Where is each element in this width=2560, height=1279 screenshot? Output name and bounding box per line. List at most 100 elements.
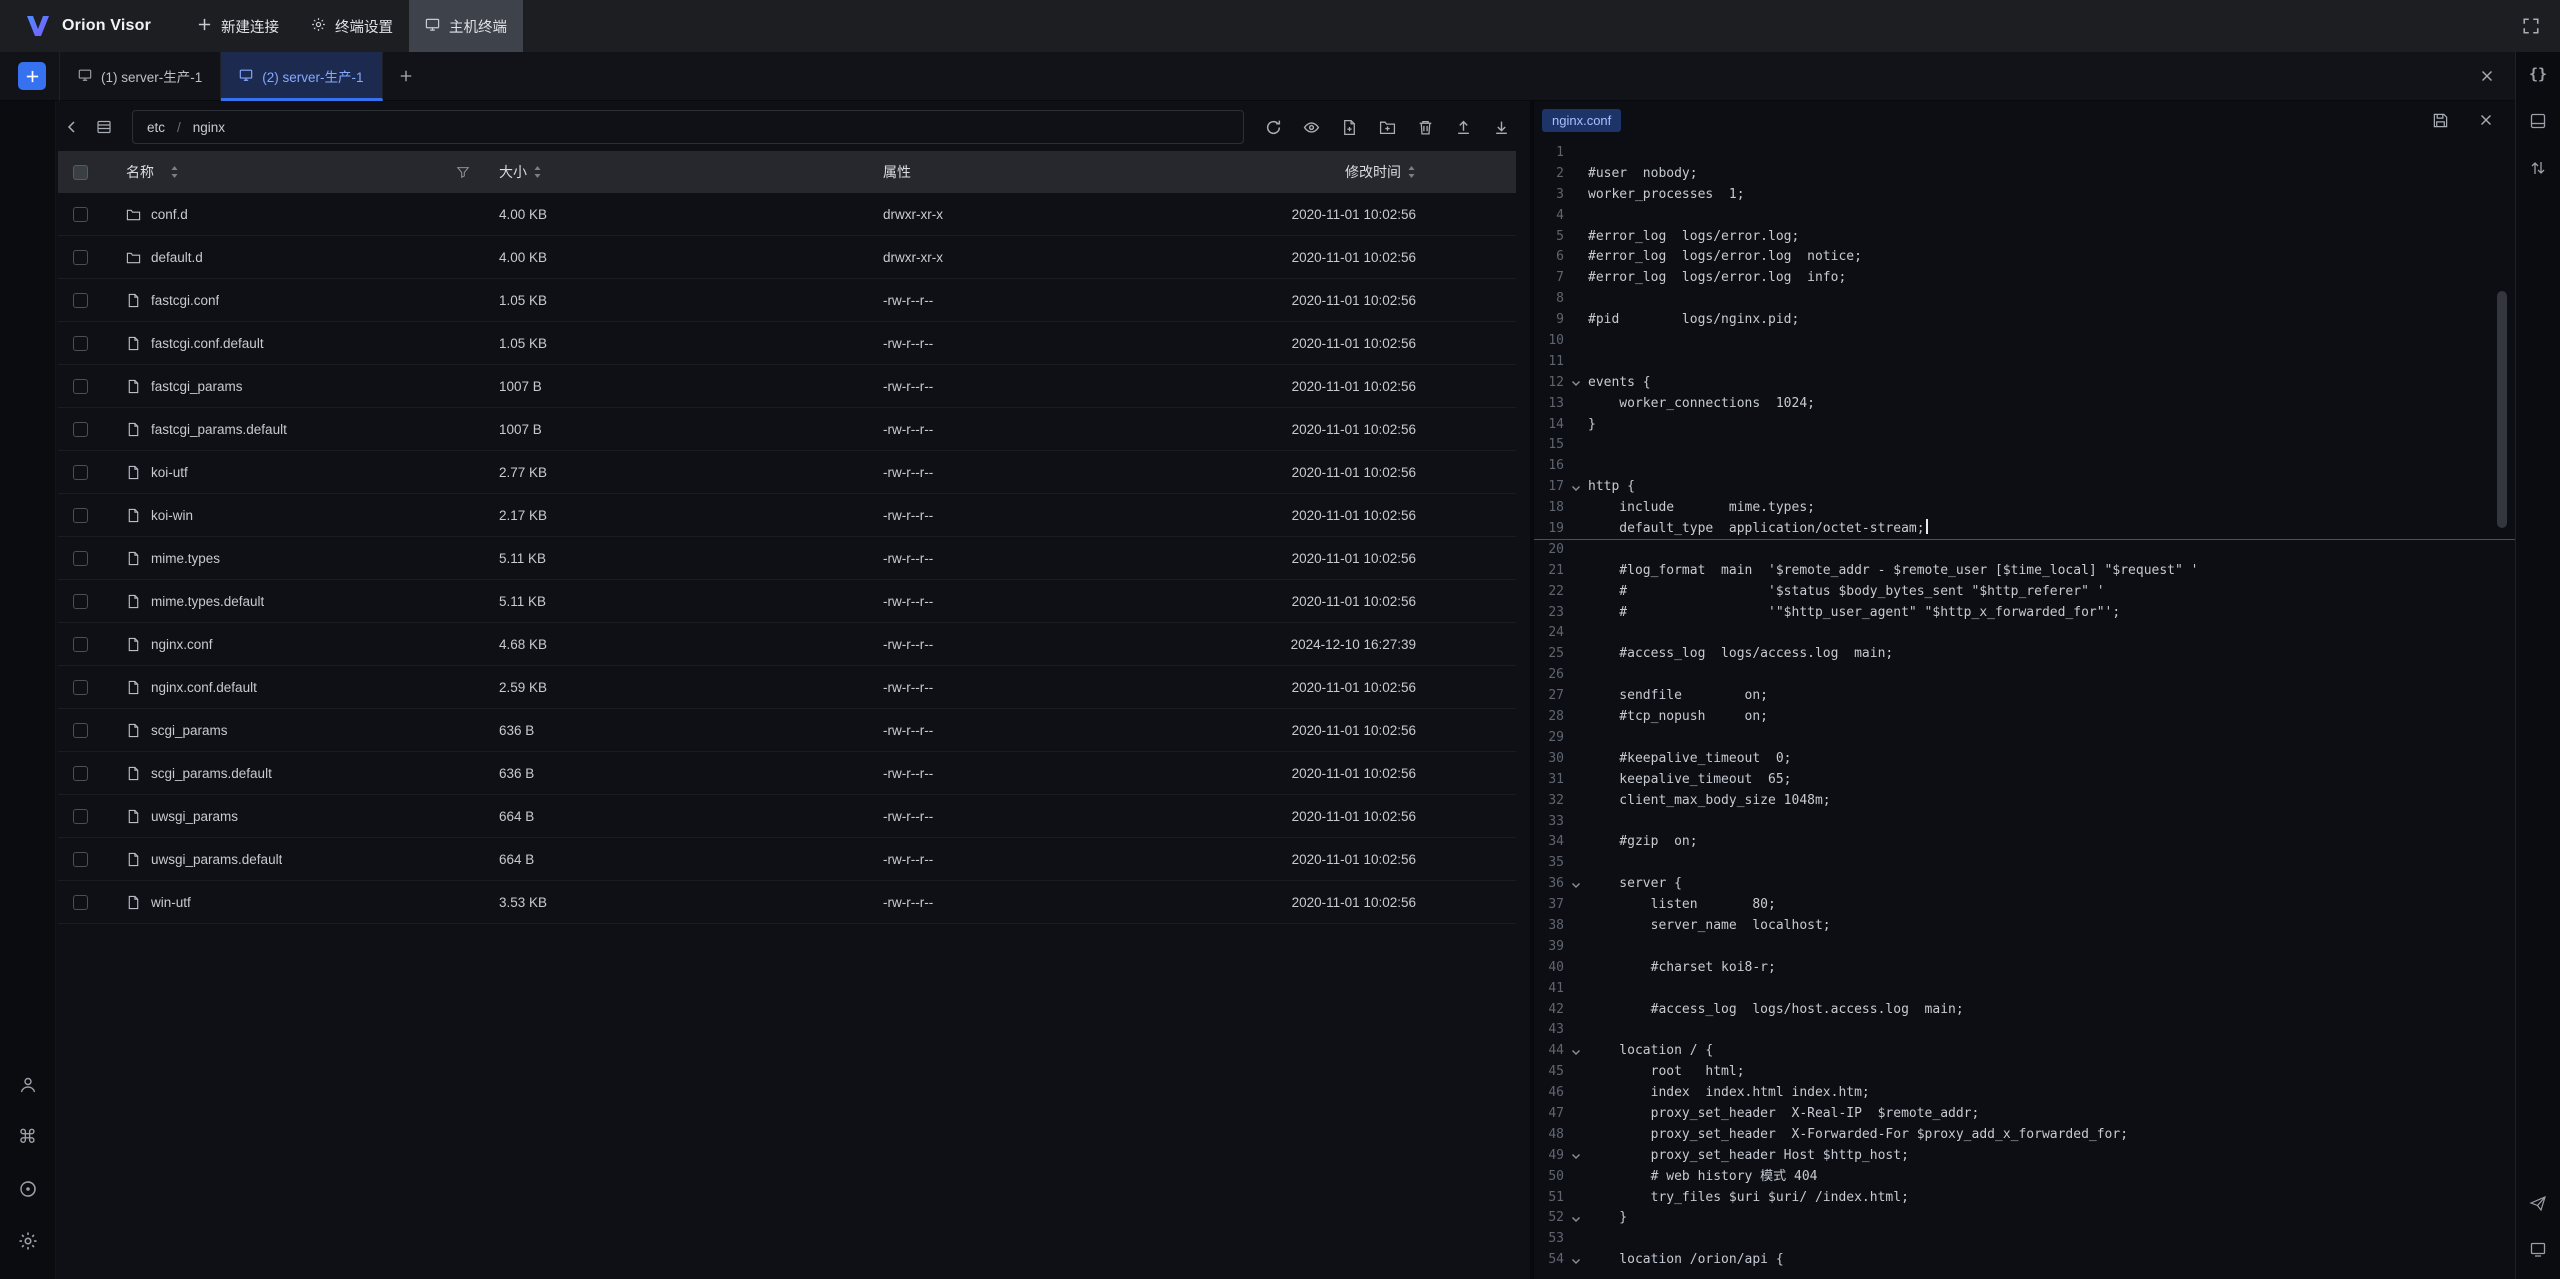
code-line[interactable]: 32 client_max_body_size 1048m; bbox=[1534, 791, 2515, 812]
tab-server-2[interactable]: (2) server-生产-1 bbox=[221, 52, 382, 101]
file-name[interactable]: scgi_params.default bbox=[151, 766, 272, 781]
fold-chevron-icon[interactable] bbox=[1564, 1208, 1588, 1229]
file-row[interactable]: koi-win2.17 KB-rw-r--r--2020-11-01 10:02… bbox=[58, 494, 1516, 537]
row-checkbox[interactable] bbox=[73, 809, 88, 824]
code-line[interactable]: 15 bbox=[1534, 435, 2515, 456]
row-checkbox[interactable] bbox=[73, 895, 88, 910]
theme-icon[interactable] bbox=[14, 1175, 42, 1203]
file-name[interactable]: nginx.conf.default bbox=[151, 680, 257, 695]
code-line[interactable]: 39 bbox=[1534, 937, 2515, 958]
sort-icon[interactable] bbox=[170, 165, 179, 179]
open-file-tag[interactable]: nginx.conf bbox=[1542, 109, 1621, 132]
menu-item-terminal-settings[interactable]: 终端设置 bbox=[295, 0, 409, 52]
code-line[interactable]: 13 worker_connections 1024; bbox=[1534, 394, 2515, 415]
code-line[interactable]: 40 #charset koi8-r; bbox=[1534, 958, 2515, 979]
code-line[interactable]: 37 listen 80; bbox=[1534, 895, 2515, 916]
file-row[interactable]: koi-utf2.77 KB-rw-r--r--2020-11-01 10:02… bbox=[58, 451, 1516, 494]
breadcrumb-segment[interactable]: nginx bbox=[193, 120, 225, 135]
file-row[interactable]: scgi_params636 B-rw-r--r--2020-11-01 10:… bbox=[58, 709, 1516, 752]
send-command-icon[interactable] bbox=[2524, 1189, 2552, 1217]
file-name[interactable]: default.d bbox=[151, 250, 203, 265]
code-line[interactable]: 1 bbox=[1534, 143, 2515, 164]
row-checkbox[interactable] bbox=[73, 379, 88, 394]
show-hidden-eye-icon[interactable] bbox=[1296, 112, 1326, 142]
back-icon[interactable] bbox=[58, 113, 86, 141]
code-line[interactable]: 12events { bbox=[1534, 373, 2515, 394]
code-line[interactable]: 29 bbox=[1534, 728, 2515, 749]
file-row[interactable]: default.d4.00 KBdrwxr-xr-x2020-11-01 10:… bbox=[58, 236, 1516, 279]
code-line[interactable]: 22 # '$status $body_bytes_sent "$http_re… bbox=[1534, 582, 2515, 603]
filter-icon[interactable] bbox=[456, 165, 470, 179]
save-icon[interactable] bbox=[2429, 109, 2451, 131]
file-row[interactable]: fastcgi.conf.default1.05 KB-rw-r--r--202… bbox=[58, 322, 1516, 365]
code-line[interactable]: 24 bbox=[1534, 623, 2515, 644]
code-line[interactable]: 42 #access_log logs/host.access.log main… bbox=[1534, 1000, 2515, 1021]
upload-icon[interactable] bbox=[1448, 112, 1478, 142]
breadcrumb[interactable]: etc / nginx bbox=[132, 110, 1244, 144]
row-checkbox[interactable] bbox=[73, 852, 88, 867]
user-icon[interactable] bbox=[14, 1071, 42, 1099]
code-line[interactable]: 45 root html; bbox=[1534, 1062, 2515, 1083]
screen-icon[interactable] bbox=[2524, 1235, 2552, 1263]
sort-icon[interactable] bbox=[533, 165, 542, 179]
code-line[interactable]: 52 } bbox=[1534, 1208, 2515, 1229]
tab-server-1[interactable]: (1) server-生产-1 bbox=[59, 52, 221, 101]
code-line[interactable]: 5#error_log logs/error.log; bbox=[1534, 227, 2515, 248]
row-checkbox[interactable] bbox=[73, 594, 88, 609]
code-line[interactable]: 3worker_processes 1; bbox=[1534, 185, 2515, 206]
code-line[interactable]: 7#error_log logs/error.log info; bbox=[1534, 268, 2515, 289]
code-line[interactable]: 17http { bbox=[1534, 477, 2515, 498]
fold-chevron-icon[interactable] bbox=[1564, 1041, 1588, 1062]
file-name[interactable]: mime.types.default bbox=[151, 594, 264, 609]
code-line[interactable]: 20 bbox=[1534, 540, 2515, 561]
column-header-name[interactable]: 名称 bbox=[102, 162, 480, 182]
file-row[interactable]: fastcgi.conf1.05 KB-rw-r--r--2020-11-01 … bbox=[58, 279, 1516, 322]
fold-chevron-icon[interactable] bbox=[1564, 1146, 1588, 1167]
code-line[interactable]: 31 keepalive_timeout 65; bbox=[1534, 770, 2515, 791]
code-line[interactable]: 19 default_type application/octet-stream… bbox=[1534, 519, 2515, 540]
menu-item-host-terminal[interactable]: 主机终端 bbox=[409, 0, 523, 52]
file-name[interactable]: koi-utf bbox=[151, 465, 188, 480]
code-line[interactable]: 43 bbox=[1534, 1020, 2515, 1041]
code-line[interactable]: 21 #log_format main '$remote_addr - $rem… bbox=[1534, 561, 2515, 582]
file-row[interactable]: uwsgi_params664 B-rw-r--r--2020-11-01 10… bbox=[58, 795, 1516, 838]
row-checkbox[interactable] bbox=[73, 723, 88, 738]
row-checkbox[interactable] bbox=[73, 551, 88, 566]
row-checkbox[interactable] bbox=[73, 465, 88, 480]
fold-chevron-icon[interactable] bbox=[1564, 373, 1588, 394]
new-connection-button[interactable] bbox=[18, 62, 46, 90]
code-line[interactable]: 8 bbox=[1534, 289, 2515, 310]
directory-list-icon[interactable] bbox=[90, 113, 118, 141]
file-row[interactable]: nginx.conf.default2.59 KB-rw-r--r--2020-… bbox=[58, 666, 1516, 709]
code-line[interactable]: 11 bbox=[1534, 352, 2515, 373]
row-checkbox[interactable] bbox=[73, 207, 88, 222]
file-name[interactable]: uwsgi_params bbox=[151, 809, 238, 824]
file-name[interactable]: nginx.conf bbox=[151, 637, 213, 652]
file-name[interactable]: fastcgi.conf bbox=[151, 293, 219, 308]
code-line[interactable]: 44 location / { bbox=[1534, 1041, 2515, 1062]
file-name[interactable]: fastcgi_params bbox=[151, 379, 243, 394]
code-line[interactable]: 49 proxy_set_header Host $http_host; bbox=[1534, 1146, 2515, 1167]
fold-chevron-icon[interactable] bbox=[1564, 874, 1588, 895]
code-line[interactable]: 54 location /orion/api { bbox=[1534, 1250, 2515, 1271]
file-row[interactable]: mime.types5.11 KB-rw-r--r--2020-11-01 10… bbox=[58, 537, 1516, 580]
column-header-mtime[interactable]: 修改时间 bbox=[1256, 162, 1516, 182]
column-header-size[interactable]: 大小 bbox=[480, 162, 864, 182]
code-line[interactable]: 51 try_files $uri $uri/ /index.html; bbox=[1534, 1188, 2515, 1209]
code-line[interactable]: 46 index index.html index.htm; bbox=[1534, 1083, 2515, 1104]
file-name[interactable]: conf.d bbox=[151, 207, 188, 222]
code-line[interactable]: 14} bbox=[1534, 415, 2515, 436]
file-name[interactable]: mime.types bbox=[151, 551, 220, 566]
keyboard-shortcut-icon[interactable]: ⌘ bbox=[14, 1123, 42, 1151]
code-line[interactable]: 4 bbox=[1534, 206, 2515, 227]
fullscreen-icon[interactable] bbox=[2516, 11, 2546, 41]
row-checkbox[interactable] bbox=[73, 336, 88, 351]
code-line[interactable]: 10 bbox=[1534, 331, 2515, 352]
file-row[interactable]: mime.types.default5.11 KB-rw-r--r--2020-… bbox=[58, 580, 1516, 623]
row-checkbox[interactable] bbox=[73, 422, 88, 437]
file-name[interactable]: koi-win bbox=[151, 508, 193, 523]
fold-chevron-icon[interactable] bbox=[1564, 477, 1588, 498]
code-line[interactable]: 16 bbox=[1534, 456, 2515, 477]
code-line[interactable]: 38 server_name localhost; bbox=[1534, 916, 2515, 937]
row-checkbox[interactable] bbox=[73, 766, 88, 781]
